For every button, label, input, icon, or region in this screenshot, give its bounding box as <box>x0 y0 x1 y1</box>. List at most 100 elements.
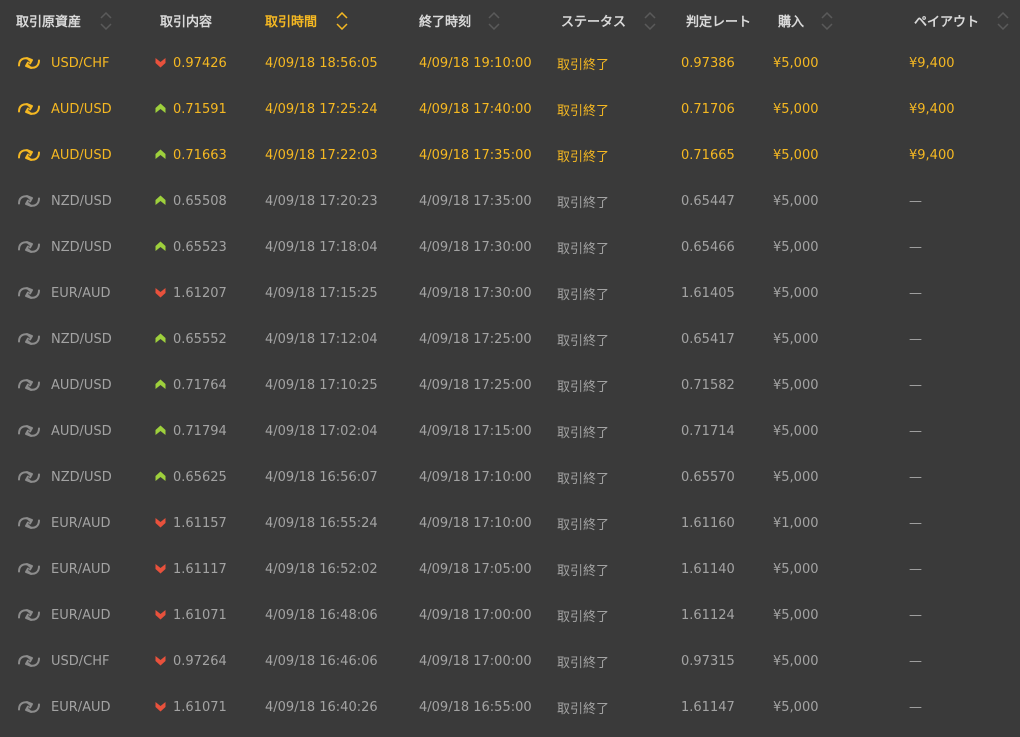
purchase-cell: ¥5,000 <box>773 285 819 301</box>
end-time-cell: 4/09/18 17:15:00 <box>419 423 532 439</box>
end-time-cell: 4/09/18 17:30:00 <box>419 239 532 255</box>
sort-icon-active[interactable] <box>336 12 348 30</box>
purchase-cell: ¥5,000 <box>773 331 819 347</box>
currency-exchange-icon <box>16 697 42 717</box>
column-header-payout[interactable]: ペイアウト <box>914 0 979 40</box>
trade-time-cell: 4/09/18 17:10:25 <box>265 377 378 393</box>
column-header-asset[interactable]: 取引原資産 <box>16 0 81 40</box>
status-cell: 取引終了 <box>557 241 610 257</box>
down-arrow-icon <box>155 655 166 666</box>
purchase-cell: ¥5,000 <box>773 653 819 669</box>
judgment-rate-cell: 0.71582 <box>681 377 735 393</box>
end-time-cell: 4/09/18 17:25:00 <box>419 377 532 393</box>
status-cell: 取引終了 <box>557 57 610 73</box>
table-row[interactable]: AUD/USD 0.71663 4/09/18 17:22:03 4/09/18 17… <box>0 132 1020 178</box>
table-row[interactable]: USD/CHF 0.97264 4/09/18 16:46:06 4/09/18 17… <box>0 638 1020 684</box>
status-cell: 取引終了 <box>557 287 610 303</box>
asset-cell: EUR/AUD <box>51 561 111 577</box>
column-header-label: 購入 <box>778 14 805 30</box>
asset-cell: EUR/AUD <box>51 285 111 301</box>
table-row[interactable]: NZD/USD 0.65523 4/09/18 17:18:04 4/09/18 17… <box>0 224 1020 270</box>
column-header-purchase[interactable]: 購入 <box>778 0 804 40</box>
up-arrow-icon <box>155 195 166 206</box>
judgment-rate-cell: 1.61140 <box>681 561 735 577</box>
table-row[interactable]: NZD/USD 0.65625 4/09/18 16:56:07 4/09/18 17… <box>0 454 1020 500</box>
status-cell: 取引終了 <box>557 517 610 533</box>
purchase-cell: ¥5,000 <box>773 699 819 715</box>
payout-cell: — <box>909 285 922 301</box>
column-header-label: ステータス <box>561 14 627 30</box>
column-header-label: 取引内容 <box>160 14 213 30</box>
asset-cell: USD/CHF <box>51 55 110 71</box>
up-arrow-icon <box>155 149 166 160</box>
sort-icon[interactable] <box>997 12 1009 30</box>
column-header-direction[interactable]: 取引内容 <box>160 0 212 40</box>
purchase-cell: ¥1,000 <box>773 515 819 531</box>
up-arrow-icon <box>155 333 166 344</box>
judgment-rate-cell: 1.61160 <box>681 515 735 531</box>
payout-cell: — <box>909 469 922 485</box>
table-row[interactable]: NZD/USD 0.65552 4/09/18 17:12:04 4/09/18 17… <box>0 316 1020 362</box>
trade-time-cell: 4/09/18 17:18:04 <box>265 239 378 255</box>
column-header-end-time[interactable]: 終了時刻 <box>419 0 471 40</box>
end-time-cell: 4/09/18 17:40:00 <box>419 101 532 117</box>
judgment-rate-cell: 1.61147 <box>681 699 735 715</box>
currency-exchange-icon <box>16 605 42 625</box>
judgment-rate-cell: 0.97386 <box>681 55 735 71</box>
entry-rate-cell: 0.71764 <box>173 377 227 393</box>
entry-rate-cell: 1.61157 <box>173 515 227 531</box>
trade-time-cell: 4/09/18 16:56:07 <box>265 469 378 485</box>
payout-cell: — <box>909 561 922 577</box>
table-row[interactable]: USD/CHF 0.97426 4/09/18 18:56:05 4/09/18 19… <box>0 40 1020 86</box>
payout-cell: — <box>909 331 922 347</box>
table-row[interactable]: AUD/USD 0.71764 4/09/18 17:10:25 4/09/18 17… <box>0 362 1020 408</box>
asset-cell: EUR/AUD <box>51 515 111 531</box>
status-cell: 取引終了 <box>557 425 610 441</box>
status-cell: 取引終了 <box>557 471 610 487</box>
down-arrow-icon <box>155 701 166 712</box>
table-row[interactable]: NZD/USD 0.65508 4/09/18 17:20:23 4/09/18 17… <box>0 178 1020 224</box>
table-row[interactable]: EUR/AUD 1.61117 4/09/18 16:52:02 4/09/18 17… <box>0 546 1020 592</box>
table-row[interactable]: EUR/AUD 1.61207 4/09/18 17:15:25 4/09/18 17… <box>0 270 1020 316</box>
sort-icon[interactable] <box>488 12 500 30</box>
trade-time-cell: 4/09/18 17:02:04 <box>265 423 378 439</box>
currency-exchange-icon <box>16 53 42 73</box>
table-row[interactable]: EUR/AUD 1.61071 4/09/18 16:40:26 4/09/18 16… <box>0 684 1020 730</box>
column-header-trade-time[interactable]: 取引時間 <box>265 0 317 40</box>
end-time-cell: 4/09/18 16:55:00 <box>419 699 532 715</box>
status-cell: 取引終了 <box>557 655 610 671</box>
table-row[interactable]: EUR/AUD 1.61071 4/09/18 16:48:06 4/09/18 17… <box>0 592 1020 638</box>
sort-icon[interactable] <box>821 12 833 30</box>
payout-cell: ¥9,400 <box>909 101 955 117</box>
status-cell: 取引終了 <box>557 195 610 211</box>
table-row[interactable]: EUR/AUD 1.61157 4/09/18 16:55:24 4/09/18 17… <box>0 500 1020 546</box>
judgment-rate-cell: 0.65570 <box>681 469 735 485</box>
currency-exchange-icon <box>16 421 42 441</box>
asset-cell: AUD/USD <box>51 423 112 439</box>
entry-rate-cell: 0.65552 <box>173 331 227 347</box>
entry-rate-cell: 0.65508 <box>173 193 227 209</box>
judgment-rate-cell: 0.65417 <box>681 331 735 347</box>
column-header-status[interactable]: ステータス <box>561 0 626 40</box>
end-time-cell: 4/09/18 19:10:00 <box>419 55 532 71</box>
table-row[interactable]: AUD/USD 0.71591 4/09/18 17:25:24 4/09/18 17… <box>0 86 1020 132</box>
payout-cell: ¥9,400 <box>909 55 955 71</box>
end-time-cell: 4/09/18 17:10:00 <box>419 515 532 531</box>
status-cell: 取引終了 <box>557 379 610 395</box>
status-cell: 取引終了 <box>557 701 610 717</box>
trade-time-cell: 4/09/18 18:56:05 <box>265 55 378 71</box>
currency-exchange-icon <box>16 559 42 579</box>
sort-icon[interactable] <box>100 12 112 30</box>
entry-rate-cell: 0.97426 <box>173 55 227 71</box>
table-row[interactable]: AUD/USD 0.71794 4/09/18 17:02:04 4/09/18 17… <box>0 408 1020 454</box>
currency-exchange-icon <box>16 145 42 165</box>
judgment-rate-cell: 0.71665 <box>681 147 735 163</box>
payout-cell: — <box>909 239 922 255</box>
status-cell: 取引終了 <box>557 609 610 625</box>
end-time-cell: 4/09/18 17:10:00 <box>419 469 532 485</box>
entry-rate-cell: 0.71794 <box>173 423 227 439</box>
up-arrow-icon <box>155 379 166 390</box>
sort-icon[interactable] <box>644 12 656 30</box>
column-header-rate[interactable]: 判定レート <box>686 0 751 40</box>
purchase-cell: ¥5,000 <box>773 561 819 577</box>
